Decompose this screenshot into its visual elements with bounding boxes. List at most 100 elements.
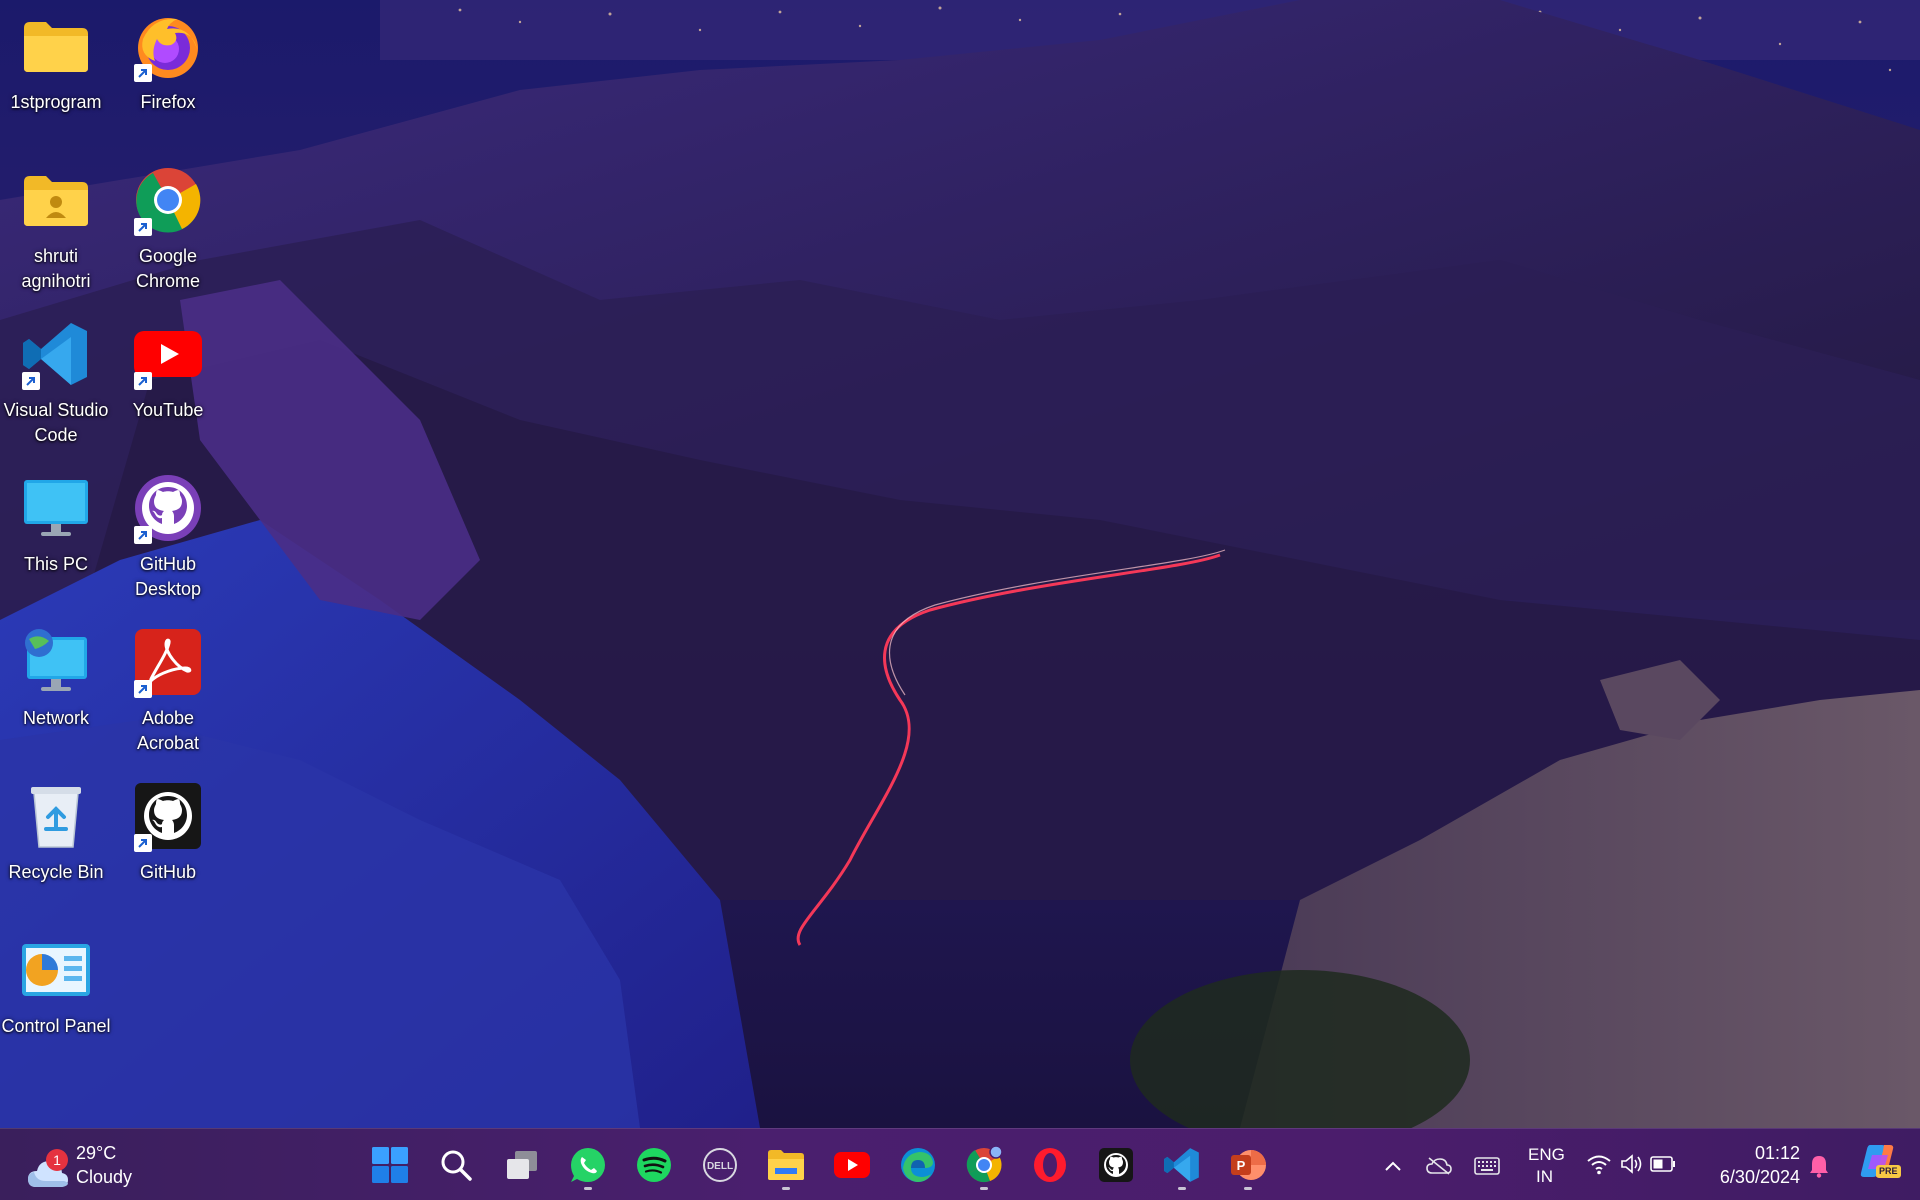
taskbar-edge[interactable]: [890, 1137, 946, 1193]
shortcut-arrow-icon: [134, 834, 152, 852]
taskbar-file-explorer[interactable]: [758, 1137, 814, 1193]
keyboard-icon: [1474, 1157, 1500, 1175]
youtube-icon: [130, 316, 206, 392]
desktop-icon-label: Adobe Acrobat: [136, 708, 200, 753]
desktop-icon-label: GitHub: [139, 862, 197, 882]
copilot-preview-badge: PRE: [1876, 1165, 1901, 1178]
shortcut-arrow-icon: [134, 218, 152, 236]
user-folder-icon: [18, 162, 94, 238]
quick-settings-button[interactable]: [1584, 1147, 1680, 1183]
desktop-icon-label: Visual Studio Code: [3, 400, 109, 445]
svg-text:P: P: [1237, 1158, 1246, 1173]
desktop-icon-user-folder[interactable]: shruti agnihotri: [0, 162, 112, 294]
desktop-icon-label: Control Panel: [1, 1016, 111, 1036]
onedrive-button[interactable]: [1426, 1153, 1452, 1179]
monitor-icon: [18, 470, 94, 546]
taskbar-dell[interactable]: DELL: [692, 1137, 748, 1193]
control-panel-icon: [18, 932, 94, 1008]
chevron-up-icon: [1385, 1161, 1401, 1171]
github-icon: [130, 778, 206, 854]
shortcut-arrow-icon: [134, 526, 152, 544]
shortcut-arrow-icon: [134, 372, 152, 390]
desktop-icon-control-panel[interactable]: Control Panel: [0, 932, 112, 1039]
taskbar-powerpoint[interactable]: P: [1220, 1137, 1276, 1193]
vscode-icon: [1164, 1148, 1199, 1182]
show-hidden-icons-button[interactable]: [1380, 1153, 1406, 1179]
desktop-icon-label: Recycle Bin: [8, 862, 104, 882]
github-icon: [1099, 1148, 1133, 1182]
taskbar-spotify[interactable]: [626, 1137, 682, 1193]
running-indicator: [1178, 1187, 1186, 1190]
clock-date: 6/30/2024: [1719, 1167, 1800, 1187]
input-language-button[interactable]: ENG IN: [1522, 1143, 1568, 1187]
region-code: IN: [1536, 1167, 1553, 1186]
language-code: ENG: [1528, 1145, 1565, 1164]
edge-icon: [901, 1148, 935, 1182]
taskbar-chrome[interactable]: [956, 1137, 1012, 1193]
onedrive-offline-icon: [1426, 1157, 1452, 1175]
shortcut-arrow-icon: [22, 372, 40, 390]
taskbar-opera[interactable]: [1022, 1137, 1078, 1193]
running-indicator: [1244, 1187, 1252, 1190]
desktop-icon-label: Network: [22, 708, 89, 728]
desktop-icon-github-desktop[interactable]: GitHub Desktop: [112, 470, 224, 602]
chrome-icon: [966, 1146, 1003, 1183]
youtube-icon: [834, 1152, 870, 1178]
desktop-icon-chrome[interactable]: Google Chrome: [112, 162, 224, 294]
desktop-icon-label: GitHub Desktop: [134, 554, 202, 599]
touch-keyboard-button[interactable]: [1474, 1153, 1500, 1179]
vscode-icon: [18, 316, 94, 392]
firefox-icon: [130, 8, 206, 84]
task-view-button[interactable]: [494, 1137, 550, 1193]
task-view-icon: [507, 1151, 537, 1179]
taskbar-whatsapp[interactable]: [560, 1137, 616, 1193]
desktop-icon-label: YouTube: [132, 400, 204, 420]
desktop-icon-label: shruti agnihotri: [21, 246, 91, 291]
desktop-icon-youtube[interactable]: YouTube: [112, 316, 224, 423]
search-button[interactable]: [428, 1137, 484, 1193]
svg-text:DELL: DELL: [707, 1161, 733, 1172]
desktop-icon-network[interactable]: Network: [0, 624, 112, 731]
desktop-icon-label: Google Chrome: [135, 246, 201, 291]
desktop-icon-1stprogram[interactable]: 1stprogram: [0, 8, 112, 115]
weather-alert-badge: 1: [46, 1149, 68, 1171]
clock-button[interactable]: 01:12 6/30/2024: [1700, 1141, 1800, 1189]
desktop-icon-github[interactable]: GitHub: [112, 778, 224, 885]
taskbar-github[interactable]: [1088, 1137, 1144, 1193]
shortcut-arrow-icon: [134, 680, 152, 698]
desktop-icon-firefox[interactable]: Firefox: [112, 8, 224, 115]
copilot-button[interactable]: PRE: [1854, 1143, 1904, 1187]
powerpoint-icon: P: [1231, 1150, 1266, 1180]
taskbar-youtube[interactable]: [824, 1137, 880, 1193]
network-icon: [18, 624, 94, 700]
recycle-bin-icon: [18, 778, 94, 854]
folder-icon: [18, 8, 94, 84]
desktop-icon-recycle-bin[interactable]: Recycle Bin: [0, 778, 112, 885]
desktop-icon-label: Firefox: [140, 92, 196, 112]
wifi-icon: [1587, 1155, 1611, 1175]
weather-temperature: 29°C: [76, 1143, 117, 1163]
running-indicator: [584, 1187, 592, 1190]
volume-icon: [1621, 1154, 1642, 1174]
desktop-icon-label: 1stprogram: [10, 92, 102, 112]
github-desktop-icon: [130, 470, 206, 546]
weather-condition: Cloudy: [76, 1167, 133, 1187]
spotify-icon: [637, 1148, 671, 1182]
weather-widget[interactable]: 1 29°C Cloudy: [20, 1139, 150, 1191]
dell-icon: DELL: [703, 1148, 737, 1182]
desktop-icon-this-pc[interactable]: This PC: [0, 470, 112, 577]
taskbar-vscode[interactable]: [1154, 1137, 1210, 1193]
taskbar: 1 29°C Cloudy DELL P ENG IN 01:12 6/30/2…: [0, 1128, 1920, 1200]
chrome-icon: [130, 162, 206, 238]
search-icon: [441, 1150, 472, 1181]
battery-icon: [1650, 1156, 1675, 1172]
desktop-icon-adobe-acrobat[interactable]: Adobe Acrobat: [112, 624, 224, 756]
whatsapp-icon: [571, 1148, 605, 1182]
desktop-icon-vscode[interactable]: Visual Studio Code: [0, 316, 112, 448]
clock-time: 01:12: [1754, 1143, 1800, 1163]
opera-icon: [1034, 1148, 1066, 1182]
start-button[interactable]: [362, 1137, 418, 1193]
running-indicator: [980, 1187, 988, 1190]
shortcut-arrow-icon: [134, 64, 152, 82]
notifications-button[interactable]: [1806, 1153, 1832, 1179]
